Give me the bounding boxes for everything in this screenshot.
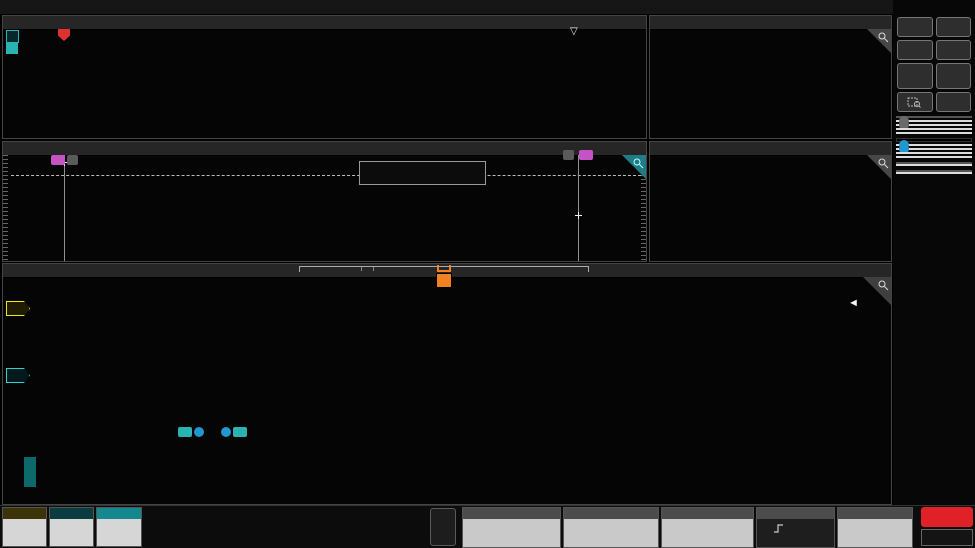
acquisition-badge[interactable]	[837, 507, 913, 548]
zoom-tool-button[interactable]	[897, 92, 933, 112]
math-badge[interactable]	[24, 457, 36, 487]
results-table-button[interactable]	[897, 63, 933, 89]
tie-histogram-panel	[649, 141, 892, 262]
white-marker-icon[interactable]: ▽	[570, 26, 578, 37]
ch2-math-name	[97, 508, 141, 519]
cursor-a-line[interactable]	[64, 155, 65, 261]
time-cursor-b-readout	[896, 148, 972, 150]
eye-diagram-panel	[649, 15, 892, 139]
plot2-header[interactable]	[3, 142, 646, 156]
zoom-box-icon	[907, 96, 922, 109]
run-stop-status-button[interactable]	[921, 507, 973, 527]
bottom-bar	[0, 505, 975, 548]
p2-marker-badge[interactable]	[51, 155, 65, 165]
ch2-math-settings-badge[interactable]	[96, 507, 142, 547]
waveform-canvas[interactable]	[3, 277, 890, 504]
plot1-header[interactable]	[650, 16, 891, 30]
magnifier-icon	[877, 279, 890, 292]
menu-bar	[0, 0, 905, 14]
tie-plot-canvas[interactable]	[3, 155, 645, 261]
cursor-b-badge[interactable]	[563, 150, 574, 160]
ch1-name	[3, 508, 46, 519]
oscilloscope-screen: ▽	[0, 0, 975, 548]
plot-button[interactable]	[936, 63, 972, 89]
cursors-button[interactable]	[897, 17, 933, 37]
delta-y-readout	[896, 132, 972, 134]
trigger-badge[interactable]	[756, 507, 835, 548]
cursor-c2-badge-a[interactable]	[178, 427, 192, 437]
delta-v-readout	[896, 156, 972, 158]
afg-badge[interactable]	[462, 507, 561, 548]
more-button[interactable]	[936, 92, 972, 112]
spectrum-view-panel: ▽	[2, 15, 647, 139]
cursor-b-badge[interactable]	[221, 427, 231, 437]
ch1-settings-badge[interactable]	[2, 507, 47, 547]
measure-button[interactable]	[897, 40, 933, 60]
trigger-position-marker[interactable]	[436, 273, 452, 288]
spectrum-badge[interactable]	[563, 507, 659, 548]
datetime-display	[921, 529, 973, 546]
overview-thumbnail[interactable]	[359, 161, 486, 185]
delta-x-readout	[896, 128, 972, 130]
left-ruler	[3, 155, 8, 261]
overview-mini-canvas	[360, 162, 483, 182]
cursor-b-line[interactable]	[578, 155, 579, 261]
delta-t-readout	[896, 152, 972, 154]
ch2-settings-badge[interactable]	[49, 507, 94, 547]
threshold-dashed-line	[11, 175, 641, 176]
channel-c-badge[interactable]	[6, 30, 19, 43]
p2-marker-badge-right[interactable]	[579, 150, 593, 160]
channel-n-badge[interactable]	[6, 43, 18, 54]
rising-edge-icon	[773, 523, 784, 534]
trigger-handle-icon[interactable]	[437, 265, 451, 272]
callout-button[interactable]	[936, 17, 972, 37]
meas2-body	[896, 172, 972, 174]
waveform-view-panel: ◄	[2, 263, 892, 505]
tie-spectrum-panel	[2, 141, 647, 262]
cursor-b-crosshair[interactable]	[575, 212, 582, 219]
mouse-pointer-icon: ◄	[848, 297, 859, 309]
cursor-c2-badge-b[interactable]	[233, 427, 247, 437]
ch2-name	[50, 508, 93, 519]
horizontal-badge[interactable]	[661, 507, 754, 548]
eye-plot-canvas[interactable]	[650, 29, 890, 138]
cursor-b-readout	[896, 124, 972, 126]
meas1-body	[896, 164, 972, 166]
search-button[interactable]	[936, 40, 972, 60]
sidebar-buttons	[893, 17, 975, 112]
dvm-button[interactable]	[430, 508, 456, 546]
tektronix-logo	[893, 0, 975, 14]
plot3-header[interactable]	[650, 142, 891, 156]
cursor-a-badge[interactable]	[194, 427, 204, 437]
spectrum-plot-canvas[interactable]	[3, 29, 645, 138]
histogram-canvas[interactable]	[650, 155, 890, 261]
spectrum-view-header[interactable]	[3, 16, 646, 30]
cursor-a-badge[interactable]	[67, 155, 78, 165]
right-sidebar	[893, 0, 975, 505]
